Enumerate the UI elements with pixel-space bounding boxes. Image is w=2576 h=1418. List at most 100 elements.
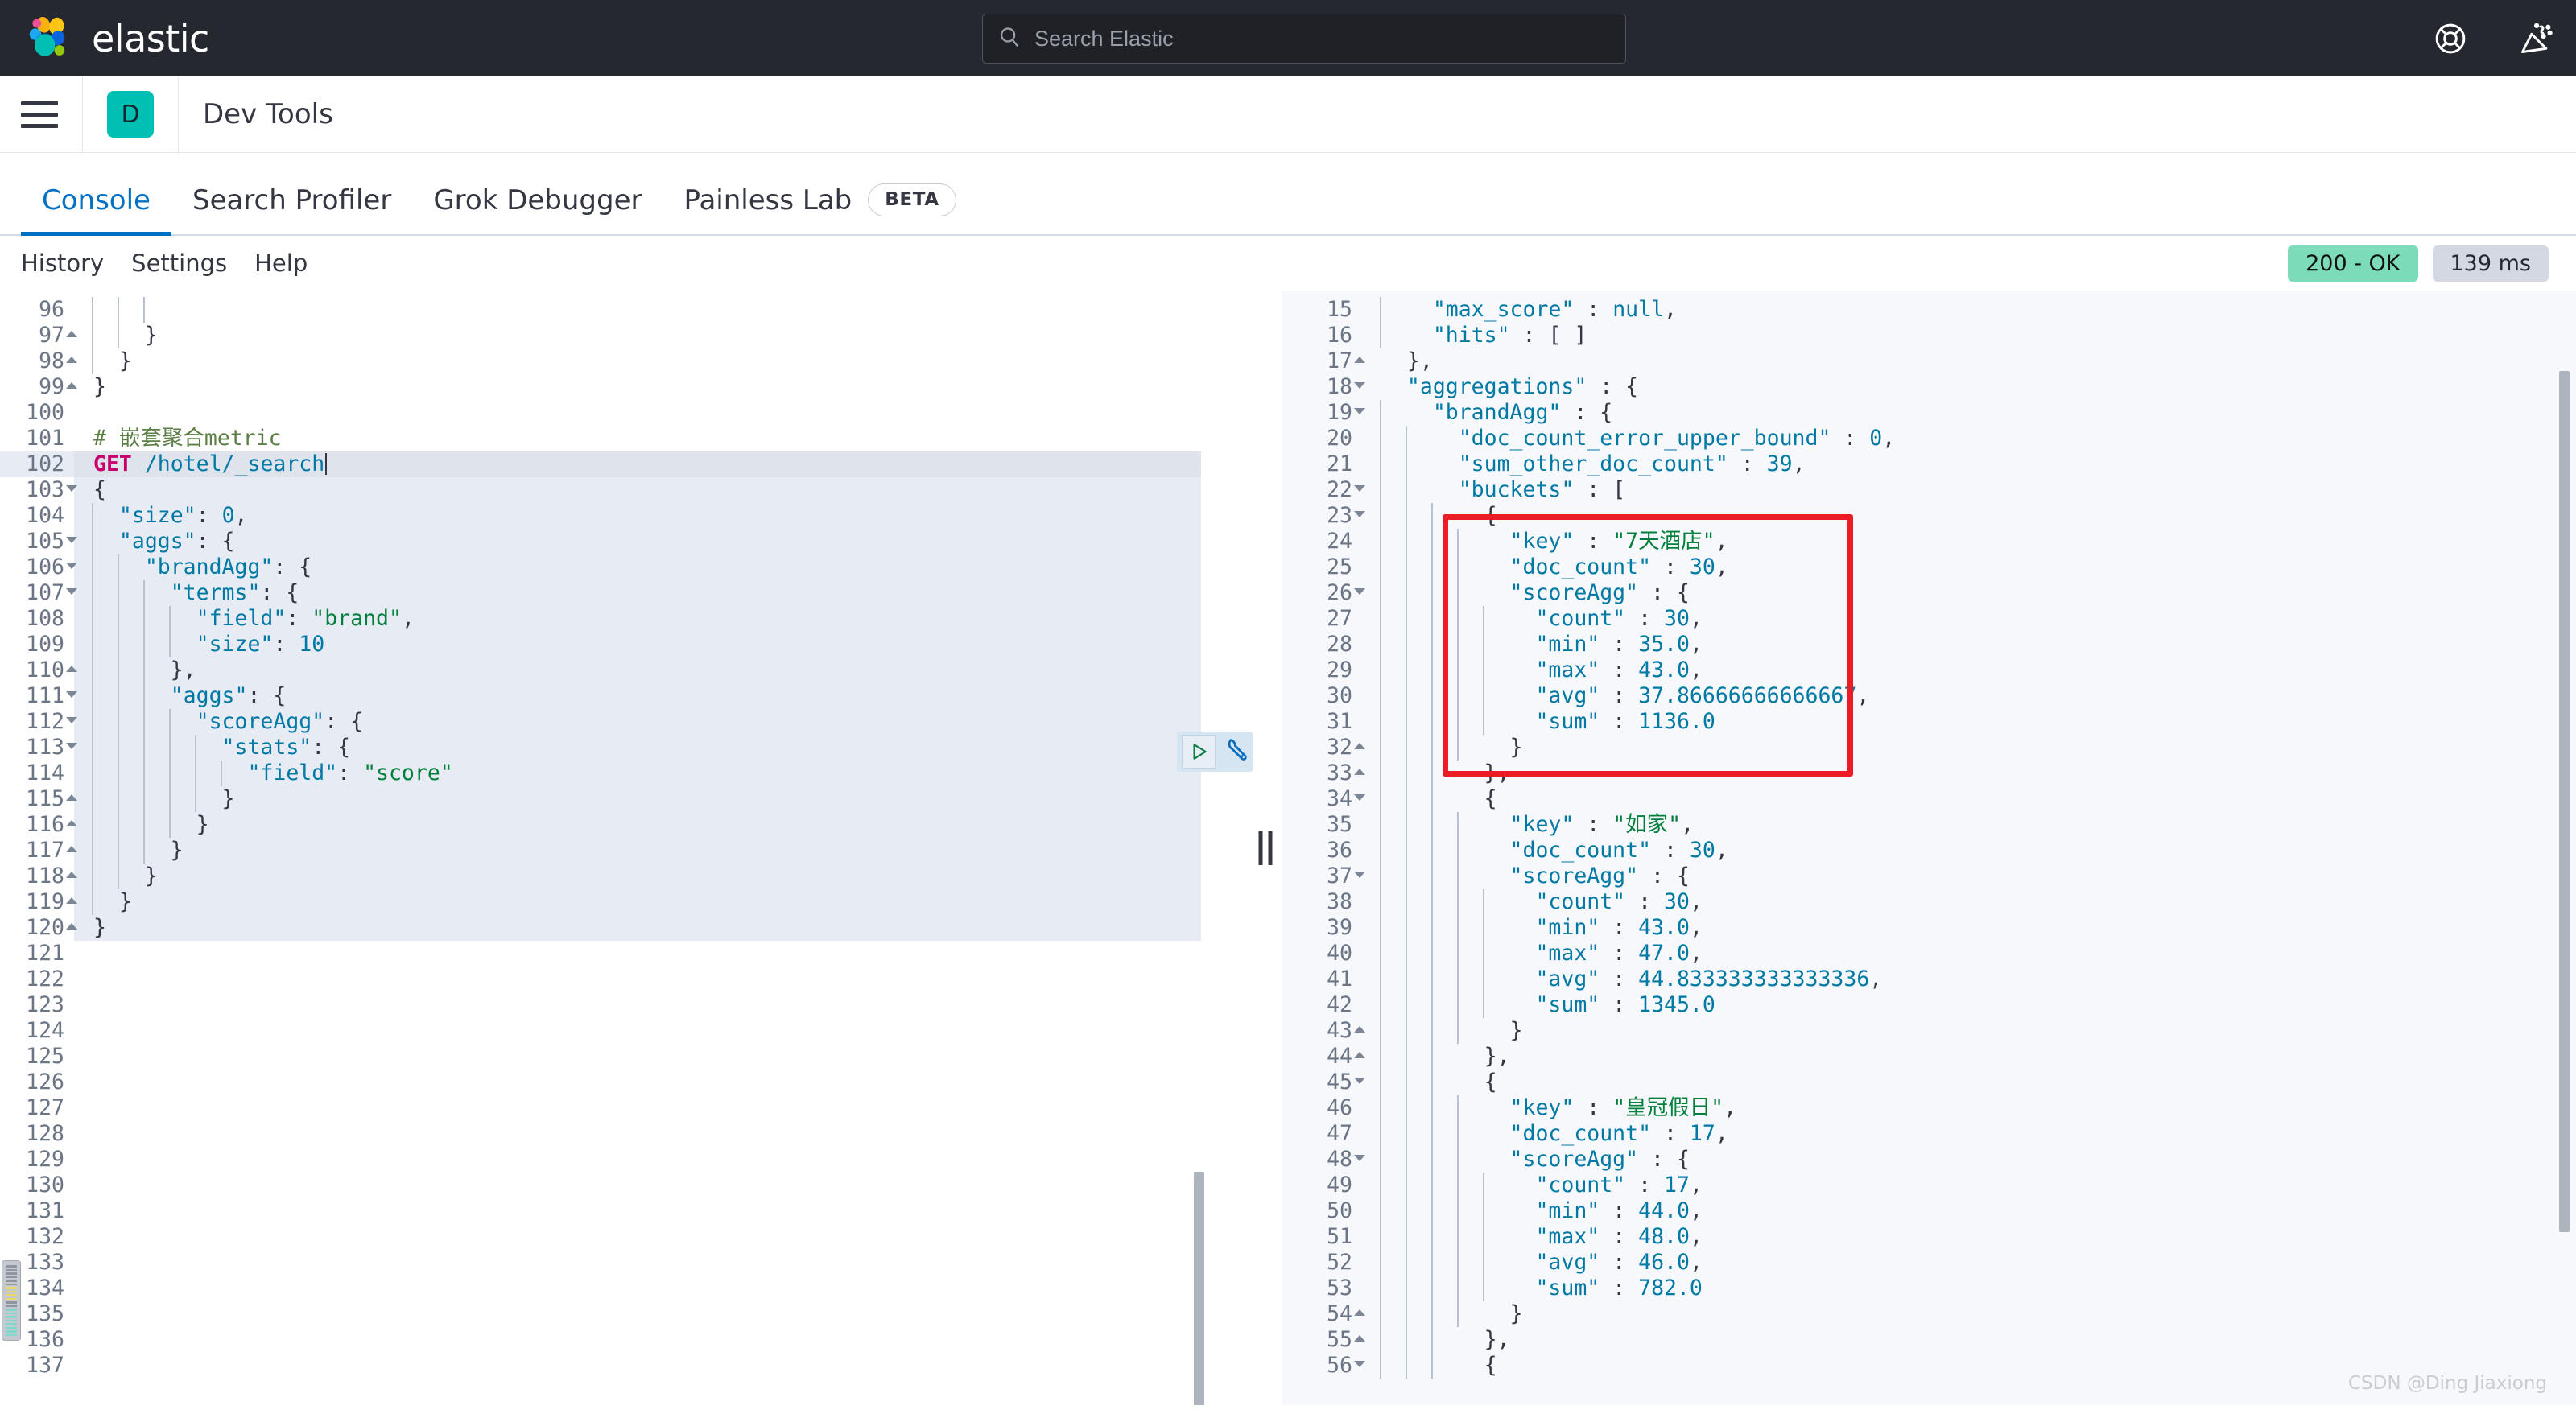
- code-line[interactable]: [74, 1095, 1249, 1121]
- line-number[interactable]: 119: [0, 889, 77, 915]
- code-line[interactable]: "brandAgg" : {: [1362, 400, 2576, 426]
- play-run-icon[interactable]: [1182, 735, 1216, 769]
- code-line[interactable]: {: [1362, 503, 2576, 529]
- line-number[interactable]: 18: [1282, 374, 1365, 400]
- line-number[interactable]: 38: [1282, 889, 1362, 915]
- line-number[interactable]: 132: [0, 1224, 74, 1250]
- line-number[interactable]: 56: [1282, 1353, 1365, 1379]
- code-line[interactable]: "scoreAgg": {: [74, 709, 1249, 735]
- code-line[interactable]: "min" : 35.0,: [1362, 632, 2576, 657]
- line-number[interactable]: 20: [1282, 426, 1362, 451]
- code-line[interactable]: }: [74, 864, 1249, 889]
- line-number[interactable]: 31: [1282, 709, 1362, 735]
- line-number[interactable]: 25: [1282, 554, 1362, 580]
- line-number[interactable]: 130: [0, 1173, 74, 1198]
- line-number[interactable]: 32: [1282, 735, 1365, 761]
- request-editor-scrollbar[interactable]: [1194, 1172, 1204, 1405]
- code-line[interactable]: "doc_count" : 17,: [1362, 1121, 2576, 1147]
- line-number[interactable]: 109: [0, 632, 74, 657]
- line-number[interactable]: 22: [1282, 477, 1365, 503]
- response-scrollbar[interactable]: [2559, 371, 2570, 1232]
- line-number[interactable]: 40: [1282, 941, 1362, 967]
- line-number[interactable]: 137: [0, 1353, 74, 1379]
- code-line[interactable]: [74, 1353, 1249, 1379]
- code-line[interactable]: [74, 1250, 1249, 1276]
- line-number[interactable]: 117: [0, 838, 77, 864]
- code-line[interactable]: "field": "score": [74, 761, 1249, 786]
- code-line[interactable]: },: [1362, 1044, 2576, 1070]
- line-number[interactable]: 35: [1282, 812, 1362, 838]
- code-line[interactable]: "avg" : 46.0,: [1362, 1250, 2576, 1276]
- toolbar-link-history[interactable]: History: [21, 249, 104, 277]
- code-line[interactable]: "min" : 44.0,: [1362, 1198, 2576, 1224]
- code-line[interactable]: [74, 992, 1249, 1018]
- code-line[interactable]: [74, 1198, 1249, 1224]
- code-line[interactable]: }: [1362, 1301, 2576, 1327]
- code-line[interactable]: "aggregations" : {: [1362, 374, 2576, 400]
- line-number[interactable]: 29: [1282, 657, 1362, 683]
- line-number[interactable]: 26: [1282, 580, 1365, 606]
- line-number[interactable]: 49: [1282, 1173, 1362, 1198]
- line-number[interactable]: 21: [1282, 451, 1362, 477]
- request-editor-pane[interactable]: 96 97 98 99 100 101 102 103 104 105 106 107 108 109 11…: [0, 291, 1249, 1405]
- code-line[interactable]: [74, 1070, 1249, 1095]
- line-number[interactable]: 122: [0, 967, 74, 992]
- line-number[interactable]: 15: [1282, 297, 1362, 323]
- toolbar-link-settings[interactable]: Settings: [131, 249, 227, 277]
- toolbar-link-help[interactable]: Help: [254, 249, 308, 277]
- code-line[interactable]: }: [74, 915, 1249, 941]
- line-number[interactable]: 124: [0, 1018, 74, 1044]
- code-line[interactable]: "brandAgg": {: [74, 554, 1249, 580]
- line-number[interactable]: 46: [1282, 1095, 1362, 1121]
- request-actions[interactable]: [1177, 732, 1253, 772]
- code-line[interactable]: }: [1362, 1018, 2576, 1044]
- line-number[interactable]: 121: [0, 941, 74, 967]
- brand[interactable]: elastic: [0, 15, 209, 62]
- line-number[interactable]: 47: [1282, 1121, 1362, 1147]
- line-number[interactable]: 123: [0, 992, 74, 1018]
- line-number[interactable]: 45: [1282, 1070, 1365, 1095]
- pane-splitter[interactable]: [1249, 291, 1282, 1405]
- line-number[interactable]: 52: [1282, 1250, 1362, 1276]
- line-number[interactable]: 55: [1282, 1327, 1365, 1353]
- line-number[interactable]: 27: [1282, 606, 1362, 632]
- tab-console[interactable]: Console: [21, 184, 171, 236]
- request-code-area[interactable]: } }} # 嵌套聚合metric GET /hotel/_search{ "siz…: [74, 291, 1249, 1405]
- wrench-icon[interactable]: [1220, 736, 1248, 768]
- line-number[interactable]: 108: [0, 606, 74, 632]
- code-line[interactable]: }: [1362, 735, 2576, 761]
- code-line[interactable]: "buckets" : [: [1362, 477, 2576, 503]
- line-number[interactable]: 116: [0, 812, 77, 838]
- code-line[interactable]: }: [74, 838, 1249, 864]
- code-line[interactable]: "doc_count" : 30,: [1362, 554, 2576, 580]
- code-line[interactable]: # 嵌套聚合metric: [74, 426, 1249, 451]
- code-line[interactable]: }: [74, 786, 1249, 812]
- code-line[interactable]: }: [74, 889, 1249, 915]
- line-number[interactable]: 103: [0, 477, 77, 503]
- code-line[interactable]: {: [74, 477, 1249, 503]
- code-line[interactable]: "scoreAgg" : {: [1362, 580, 2576, 606]
- line-number[interactable]: 107: [0, 580, 77, 606]
- line-number[interactable]: 112: [0, 709, 77, 735]
- line-number[interactable]: 120: [0, 915, 77, 941]
- code-line[interactable]: [74, 1121, 1249, 1147]
- line-number[interactable]: 126: [0, 1070, 74, 1095]
- code-line[interactable]: "scoreAgg" : {: [1362, 864, 2576, 889]
- line-number[interactable]: 48: [1282, 1147, 1365, 1173]
- code-line[interactable]: [74, 1224, 1249, 1250]
- code-line[interactable]: }: [74, 348, 1249, 374]
- global-search-bar[interactable]: Search Elastic: [982, 14, 1626, 64]
- code-line[interactable]: "aggs": {: [74, 683, 1249, 709]
- line-number[interactable]: 36: [1282, 838, 1362, 864]
- code-line[interactable]: [74, 941, 1249, 967]
- code-line[interactable]: "stats": {: [74, 735, 1249, 761]
- line-number[interactable]: 51: [1282, 1224, 1362, 1250]
- line-number[interactable]: 115: [0, 786, 77, 812]
- line-number[interactable]: 104: [0, 503, 74, 529]
- line-number[interactable]: 106: [0, 554, 77, 580]
- code-line[interactable]: },: [1362, 348, 2576, 374]
- code-line[interactable]: [74, 1276, 1249, 1301]
- code-line[interactable]: },: [1362, 1327, 2576, 1353]
- tab-search-profiler[interactable]: Search Profiler: [171, 184, 412, 234]
- line-number[interactable]: 19: [1282, 400, 1365, 426]
